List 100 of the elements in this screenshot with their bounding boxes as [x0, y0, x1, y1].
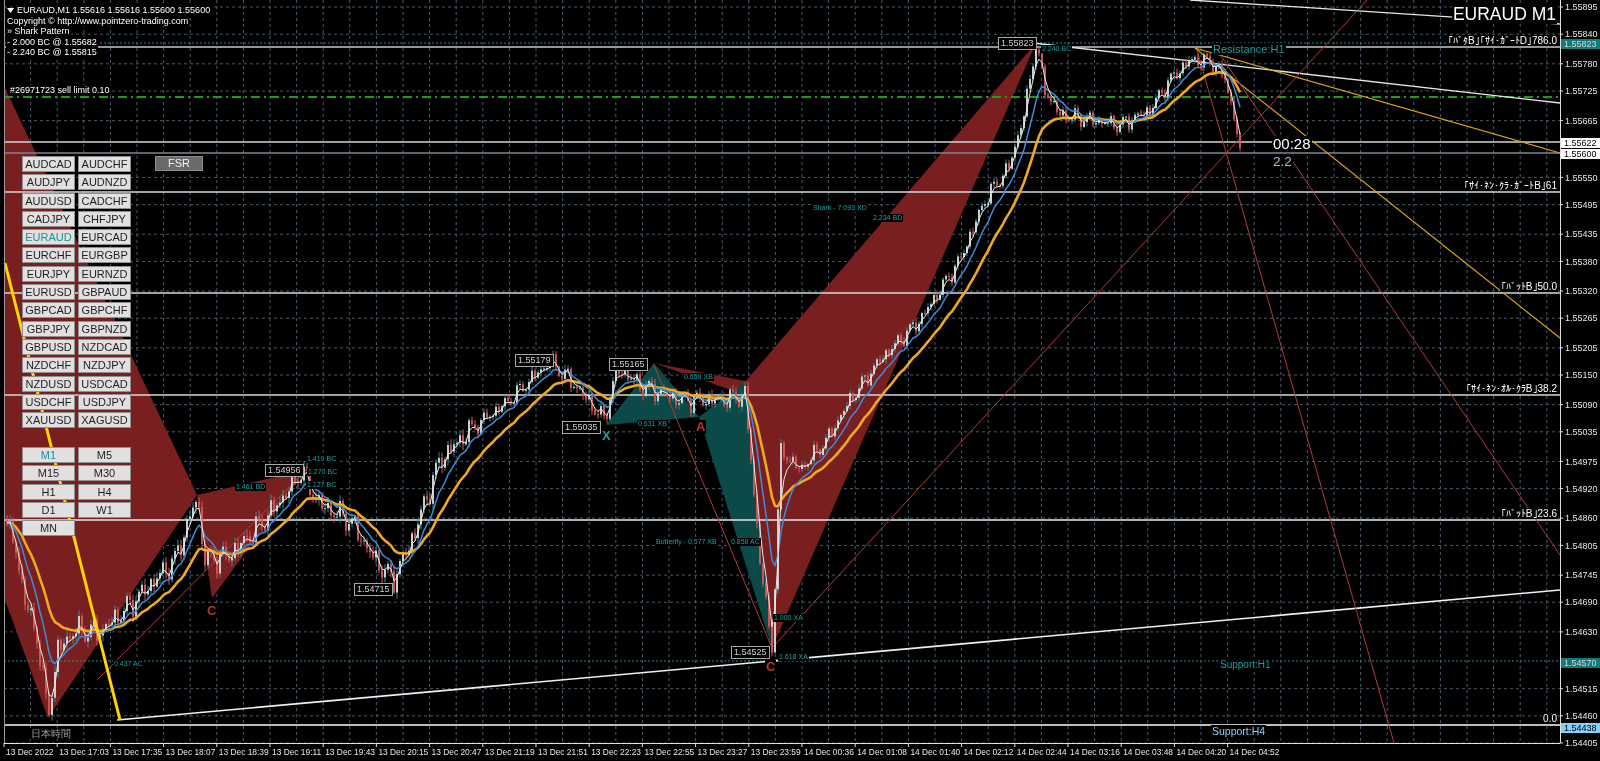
pattern-point-letter: C [206, 604, 218, 618]
indicator-info-text: - 2.240 BC @ 1.55815 [6, 46, 98, 57]
time-label: 13 Dec 18:39 [218, 747, 269, 757]
time-label: 14 Dec 03:48 [1123, 747, 1174, 757]
time-label: 13 Dec 2022 [6, 747, 54, 757]
fib-level-label: 0.0 [1542, 713, 1558, 724]
symbol-quote-text: EURAUD,M1 1.55616 1.55616 1.55600 1.55600 [16, 5, 212, 15]
price-label: 1.55150 [1565, 370, 1598, 381]
time-label: 14 Dec 04:52 [1229, 747, 1280, 757]
fib-level-label: ｢ｻｲ･ﾈﾝ･ｵﾙ･ｸﾗB｣38.2 [1464, 383, 1558, 394]
symbol-button[interactable]: EURUSD [22, 284, 75, 301]
swing-price-label: 1.55165 [609, 358, 648, 371]
timeframe-button[interactable]: MN [22, 520, 75, 537]
time-label: 13 Dec 19:11 [272, 747, 322, 757]
timeframe-button[interactable]: M15 [22, 465, 75, 482]
timeframe-button[interactable]: M5 [78, 447, 131, 463]
price-label: 1.54460 [1565, 711, 1598, 721]
symbol-button[interactable]: EURGBP [78, 247, 131, 264]
price-label: 1.54405 [1565, 738, 1598, 749]
price-label: 1.55495 [1565, 199, 1598, 210]
price-label: 1.54920 [1565, 483, 1598, 494]
time-label: 13 Dec 20:47 [431, 747, 482, 757]
time-label: 13 Dec 17:03 [59, 747, 110, 757]
symbol-button[interactable]: GBPAUD [78, 284, 131, 301]
symbol-button[interactable]: NZDCHF [22, 357, 75, 374]
price-label: 1.55320 [1565, 286, 1598, 297]
price-tag: 1.55622 [1561, 138, 1600, 149]
price-label: 1.54515 [1565, 683, 1598, 694]
pattern-point-letter: C [765, 660, 777, 674]
symbol-button[interactable]: NZDJPY [78, 357, 131, 374]
time-label: 14 Dec 02:44 [1016, 747, 1067, 757]
swing-price-label: 1.55179 [515, 354, 554, 367]
price-label: 1.55725 [1565, 86, 1598, 97]
time-label: 13 Dec 20:15 [378, 747, 429, 757]
time-label: 14 Dec 01:40 [910, 747, 961, 757]
price-tag: 1.54438 [1561, 723, 1600, 734]
time-label: 14 Dec 04:20 [1176, 747, 1227, 757]
price-label: 1.54745 [1565, 570, 1598, 581]
time-label: 13 Dec 21:19 [484, 747, 535, 757]
time-label: 14 Dec 03:16 [1070, 747, 1120, 757]
swing-price-label: 1.54715 [354, 583, 393, 596]
timeframe-button[interactable]: M30 [78, 465, 131, 482]
indicator-info-text: Copyright © http://www.pointzero-trading.com [6, 16, 190, 26]
fib-level-label: ｢ﾊﾞﾀB｣｢ｻｲ･ｶﾞｰﾄD｣786.0 [1447, 35, 1558, 46]
fib-level-label: ｢ﾊﾞｯﾄB｣50.0 [1499, 281, 1558, 292]
price-tag: 1.55600 [1561, 149, 1600, 160]
time-label: 13 Dec 22:23 [591, 747, 642, 757]
time-label: 13 Dec 19:43 [325, 747, 376, 757]
price-label: 1.55665 [1565, 115, 1598, 126]
symbol-button[interactable]: AUDNZD [78, 174, 131, 191]
time-label: 13 Dec 21:51 [538, 747, 588, 757]
price-label: 1.55895 [1565, 2, 1598, 13]
swing-price-label: 1.55035 [562, 421, 601, 434]
pattern-point-letter: A [695, 420, 707, 434]
symbol-button[interactable]: AUDCAD [22, 156, 75, 172]
price-label: 1.55780 [1565, 59, 1598, 69]
pattern-point-letter: X [601, 429, 612, 443]
fib-level-label: ｢ｻｲ･ﾈﾝ･ｸﾗ･ｶﾞｰﾄB｣61 [1463, 180, 1558, 191]
symbol-button[interactable]: XAUUSD [22, 412, 75, 429]
price-label: 1.54860 [1565, 513, 1598, 524]
zone-label: Support:H4 [1211, 725, 1267, 737]
price-label: 1.54975 [1565, 456, 1598, 467]
fib-level-label: ｢ﾊﾞｯﾄB｣23.6 [1499, 508, 1558, 519]
symbol-button[interactable]: XAGUSD [78, 412, 131, 429]
candle-countdown: 00:28 [1272, 136, 1312, 152]
zone-label: Support:H1 [1219, 659, 1272, 670]
symbol-button[interactable]: GBPCAD [22, 302, 75, 319]
spread-value: 2.2 [1272, 154, 1293, 169]
zone-label: Resistance:H1 [1212, 43, 1286, 55]
symbol-button[interactable]: GBPCHF [78, 302, 131, 319]
time-label: 13 Dec 17:35 [112, 747, 163, 757]
price-label: 1.55090 [1565, 399, 1598, 410]
price-tag: 1.54570 [1561, 658, 1600, 668]
symbol-button[interactable]: AUDCHF [78, 156, 131, 172]
price-label: 1.54805 [1565, 540, 1598, 551]
time-label: 13 Dec 23:27 [697, 747, 748, 757]
indicator-info-text: - 2.000 BC @ 1.55682 [6, 36, 98, 47]
price-label: 1.55550 [1565, 172, 1598, 183]
symbol-button[interactable]: EURCHF [22, 247, 75, 264]
price-label: 1.55265 [1565, 313, 1598, 324]
time-label: 14 Dec 00:36 [804, 747, 854, 757]
price-label: 1.55380 [1565, 256, 1598, 267]
swing-price-label: 1.55823 [998, 37, 1037, 50]
price-label: 1.55205 [1565, 343, 1598, 353]
price-label: 1.54630 [1565, 627, 1598, 638]
order-label: #26971723 sell limit 0.10 [9, 85, 111, 95]
chart-symbol-title: EURAUD M1 [1451, 5, 1557, 24]
indicator-info-text: » Shark Pattern [6, 26, 71, 37]
time-label: 14 Dec 02:12 [963, 747, 1014, 757]
price-label: 1.55840 [1565, 29, 1598, 40]
fsr-button[interactable]: FSR [155, 156, 203, 171]
swing-price-label: 1.54525 [731, 646, 770, 659]
symbol-button[interactable]: EURCAD [78, 229, 131, 246]
triangle-icon[interactable] [7, 8, 14, 13]
symbol-button[interactable]: AUDJPY [22, 174, 75, 191]
price-tag: 1.55823 [1561, 39, 1600, 50]
time-label: 13 Dec 23:59 [750, 747, 801, 757]
time-label: 14 Dec 01:08 [857, 747, 908, 757]
swing-price-label: 1.54956 [265, 464, 304, 477]
timezone-label: 日本時間 [30, 728, 72, 739]
